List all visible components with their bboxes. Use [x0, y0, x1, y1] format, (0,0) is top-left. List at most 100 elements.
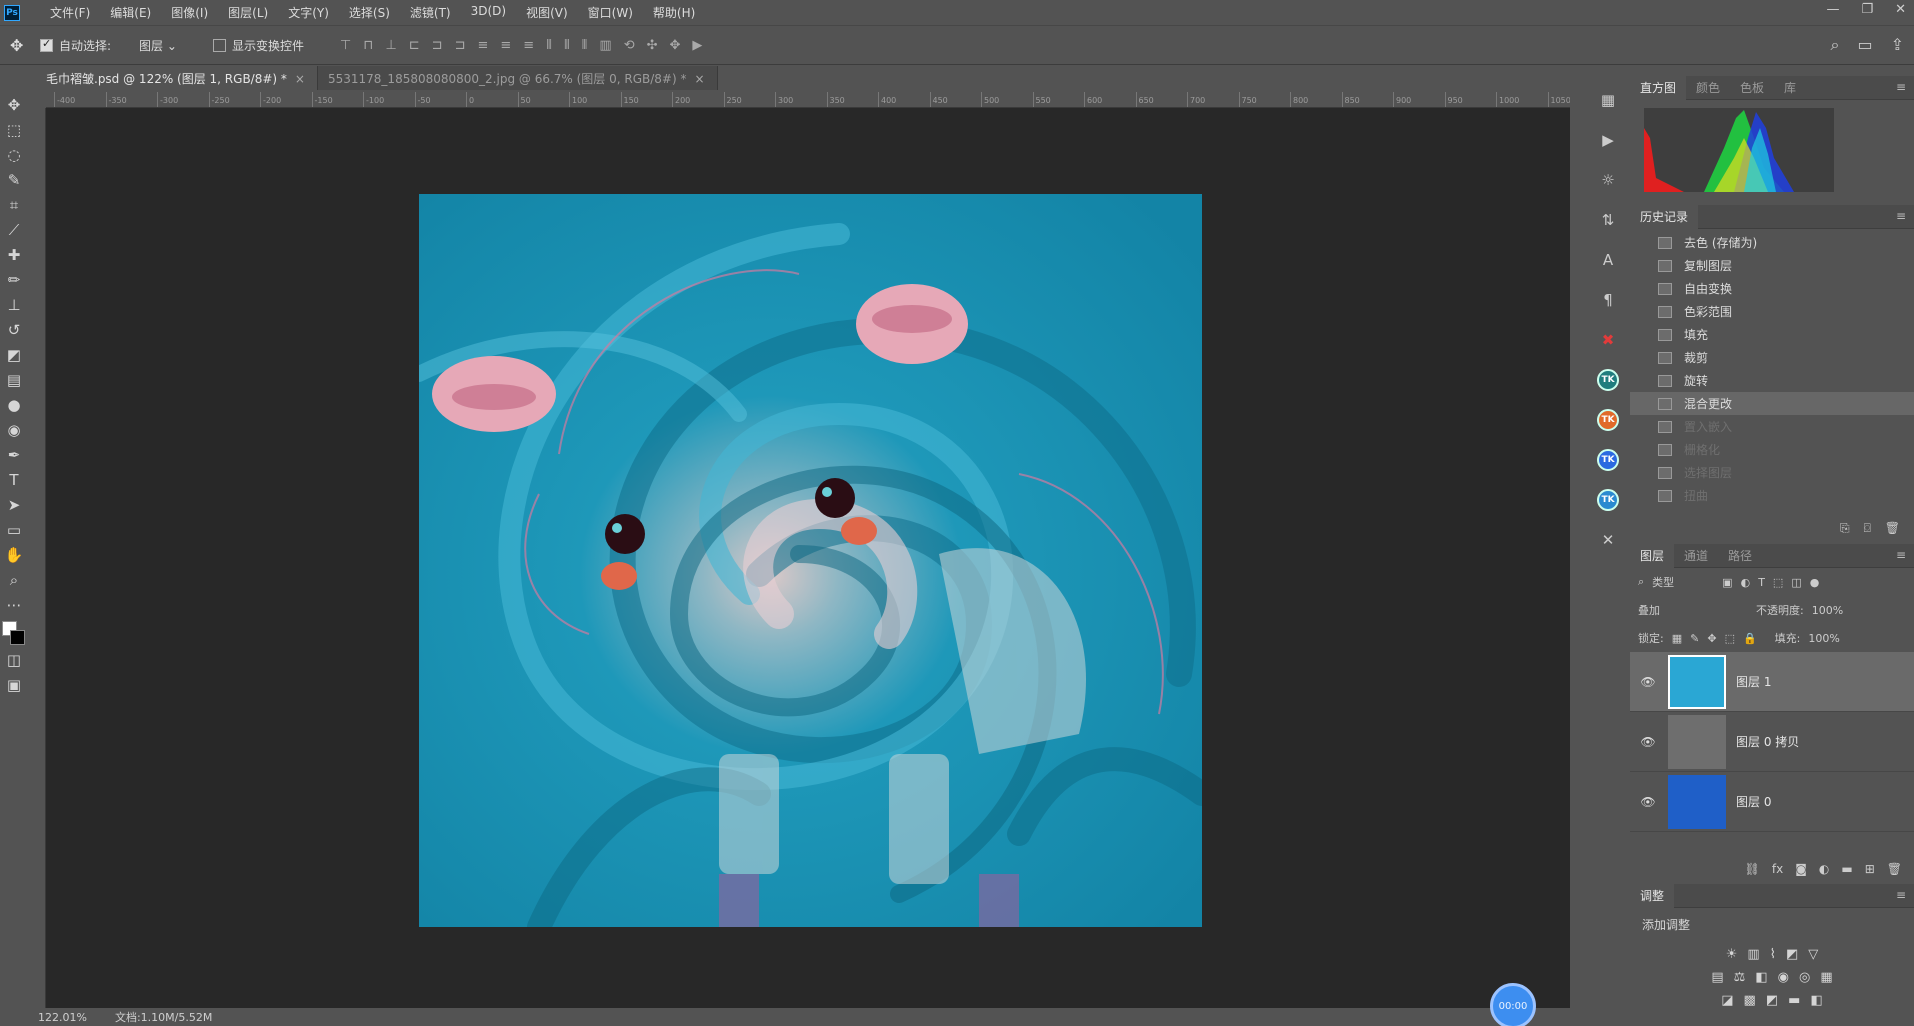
panel-menu-icon[interactable]: ≡ [1896, 209, 1906, 223]
layer-name[interactable]: 图层 0 [1736, 793, 1771, 810]
eraser-tool-icon[interactable]: ◩ [3, 342, 25, 367]
gradient-tool-icon[interactable]: ▤ [3, 367, 25, 392]
lock-artboard-icon[interactable]: ⬚ [1725, 632, 1735, 645]
dodge-tool-icon[interactable]: ◉ [3, 417, 25, 442]
healing-tool-icon[interactable]: ✚ [3, 242, 25, 267]
history-item[interactable]: 旋转 [1630, 369, 1914, 392]
close-tab-icon[interactable]: × [695, 72, 705, 86]
panel-tab[interactable]: 色板 [1730, 76, 1774, 100]
filter-shape-icon[interactable]: ⬚ [1773, 576, 1783, 589]
color-lookup-icon[interactable]: ▦ [1820, 970, 1832, 985]
distribute-top-icon[interactable]: ≡ [477, 38, 488, 53]
distribute-vcenter-icon[interactable]: ≡ [500, 38, 511, 53]
exposure-icon[interactable]: ◩ [1786, 947, 1798, 962]
menu-item[interactable]: 3D(D) [461, 4, 516, 21]
history-item[interactable]: 自由变换 [1630, 277, 1914, 300]
layer-thumbnail[interactable] [1668, 714, 1726, 769]
brush-tool-icon[interactable]: ✏ [3, 267, 25, 292]
layer-style-icon[interactable]: fx [1772, 862, 1783, 876]
paragraph-icon[interactable]: ¶ [1593, 280, 1623, 320]
history-item[interactable]: 色彩范围 [1630, 300, 1914, 323]
adjust-sun-icon[interactable]: ☼ [1593, 160, 1623, 200]
tk-plugin-icon-4[interactable]: TK [1593, 480, 1623, 520]
blend-mode-select[interactable]: 叠加 [1638, 602, 1748, 618]
filter-toggle-icon[interactable]: ● [1810, 576, 1820, 589]
delete-layer-icon[interactable]: 🗑 [1887, 862, 1902, 876]
marquee-tool-icon[interactable]: ⬚ [3, 117, 25, 142]
menu-item[interactable]: 编辑(E) [100, 4, 161, 21]
more-tools-icon[interactable]: ⋯ [3, 592, 25, 617]
history-item[interactable]: 栅格化 [1630, 438, 1914, 461]
menu-item[interactable]: 选择(S) [339, 4, 400, 21]
history-item[interactable]: 填充 [1630, 323, 1914, 346]
distribute-right-icon[interactable]: ⦀ [582, 38, 588, 53]
lock-transparent-icon[interactable]: ▦ [1672, 632, 1682, 645]
layer-kind-select[interactable]: 类型 [1652, 574, 1674, 590]
panel-menu-icon[interactable]: ≡ [1896, 548, 1906, 562]
tk-plugin-icon-3[interactable]: TK [1593, 440, 1623, 480]
tk-plugin-icon-2[interactable]: TK [1593, 400, 1623, 440]
minimize-icon[interactable]: — [1826, 2, 1839, 17]
3d-slide-icon[interactable]: ✥ [670, 38, 681, 53]
menu-item[interactable]: 图层(L) [218, 4, 278, 21]
black-white-icon[interactable]: ◧ [1755, 970, 1767, 985]
align-left-icon[interactable]: ⊏ [409, 38, 420, 53]
align-vcenter-icon[interactable]: ⊓ [363, 38, 373, 53]
3d-pan-icon[interactable]: ✣ [647, 38, 658, 53]
panel-menu-icon[interactable]: ≡ [1896, 80, 1906, 94]
visibility-eye-icon[interactable]: 👁 [1636, 675, 1660, 689]
panel-tab[interactable]: 颜色 [1686, 76, 1730, 100]
close-icon[interactable]: ✕ [1895, 2, 1906, 17]
3d-mode-icon[interactable]: ⟲ [624, 38, 635, 53]
document-tab[interactable]: 5531178_185808080800_2.jpg @ 66.7% (图层 0… [317, 66, 718, 90]
layer-thumbnail[interactable] [1668, 654, 1726, 709]
hand-tool-icon[interactable]: ✋ [3, 542, 25, 567]
show-transform-check[interactable] [212, 38, 226, 52]
share-icon[interactable]: ⇪ [1891, 35, 1904, 55]
lock-all-icon[interactable]: 🔒 [1743, 632, 1757, 645]
color-balance-icon[interactable]: ⚖ [1734, 970, 1746, 985]
fill-value[interactable]: 100% [1808, 632, 1839, 645]
opacity-value[interactable]: 100% [1812, 604, 1843, 617]
panel-tab[interactable]: 库 [1774, 76, 1806, 100]
auto-select-check[interactable] [40, 37, 53, 52]
type-tool-icon[interactable]: T [3, 467, 25, 492]
gradient-map-icon[interactable]: ▬ [1788, 993, 1800, 1008]
menu-item[interactable]: 文字(Y) [278, 4, 339, 21]
menu-item[interactable]: 帮助(H) [643, 4, 705, 21]
history-item[interactable]: 扭曲 [1630, 484, 1914, 507]
align-top-icon[interactable]: ⊤ [340, 38, 351, 53]
eyedropper-tool-icon[interactable]: ⟋ [3, 217, 25, 242]
layer-name[interactable]: 图层 1 [1736, 673, 1771, 690]
delete-state-icon[interactable]: 🗑 [1885, 521, 1900, 535]
panel-tab[interactable]: 图层 [1630, 543, 1675, 568]
layer-row[interactable]: 👁 图层 1 [1630, 652, 1914, 712]
history-brush-icon[interactable]: ↺ [3, 317, 25, 342]
lasso-tool-icon[interactable]: ◌ [3, 142, 25, 167]
workspace-icon[interactable]: ▭ [1857, 35, 1872, 55]
plugin-red-icon[interactable]: ✖ [1593, 320, 1623, 360]
threshold-icon[interactable]: ◩ [1766, 993, 1778, 1008]
snapshot-camera-icon[interactable]: ⌼ [1864, 521, 1871, 536]
adjustments-tab[interactable]: 调整 [1630, 883, 1675, 908]
menu-item[interactable]: 窗口(W) [578, 4, 643, 21]
new-adjustment-icon[interactable]: ◐ [1819, 862, 1829, 876]
link-layers-icon[interactable]: ⛓ [1745, 862, 1760, 876]
panel-tab[interactable]: 通道 [1674, 544, 1718, 568]
history-item[interactable]: 混合更改 [1630, 392, 1914, 415]
3d-scale-icon[interactable]: ▶ [692, 38, 702, 53]
align-right-icon[interactable]: ⊐ [455, 38, 466, 53]
document-tab[interactable]: 毛巾褶皱.psd @ 122% (图层 1, RGB/8#) * × [36, 66, 318, 90]
distribute-hcenter-icon[interactable]: ⦀ [564, 38, 570, 53]
auto-select-dropdown[interactable]: 图层 ⌄ [133, 37, 191, 54]
distribute-left-icon[interactable]: ⦀ [546, 38, 552, 53]
vibrance-icon[interactable]: ▽ [1808, 947, 1818, 962]
history-item[interactable]: 去色 (存储为) [1630, 231, 1914, 254]
channel-mixer-icon[interactable]: ◎ [1799, 970, 1810, 985]
quick-select-tool-icon[interactable]: ✎ [3, 167, 25, 192]
menu-item[interactable]: 视图(V) [516, 4, 578, 21]
show-transform-checkbox[interactable]: 显示变换控件 [212, 37, 304, 54]
close-tab-icon[interactable]: × [295, 72, 305, 86]
canvas-area[interactable] [46, 108, 1570, 1008]
visibility-eye-icon[interactable]: 👁 [1636, 735, 1660, 749]
